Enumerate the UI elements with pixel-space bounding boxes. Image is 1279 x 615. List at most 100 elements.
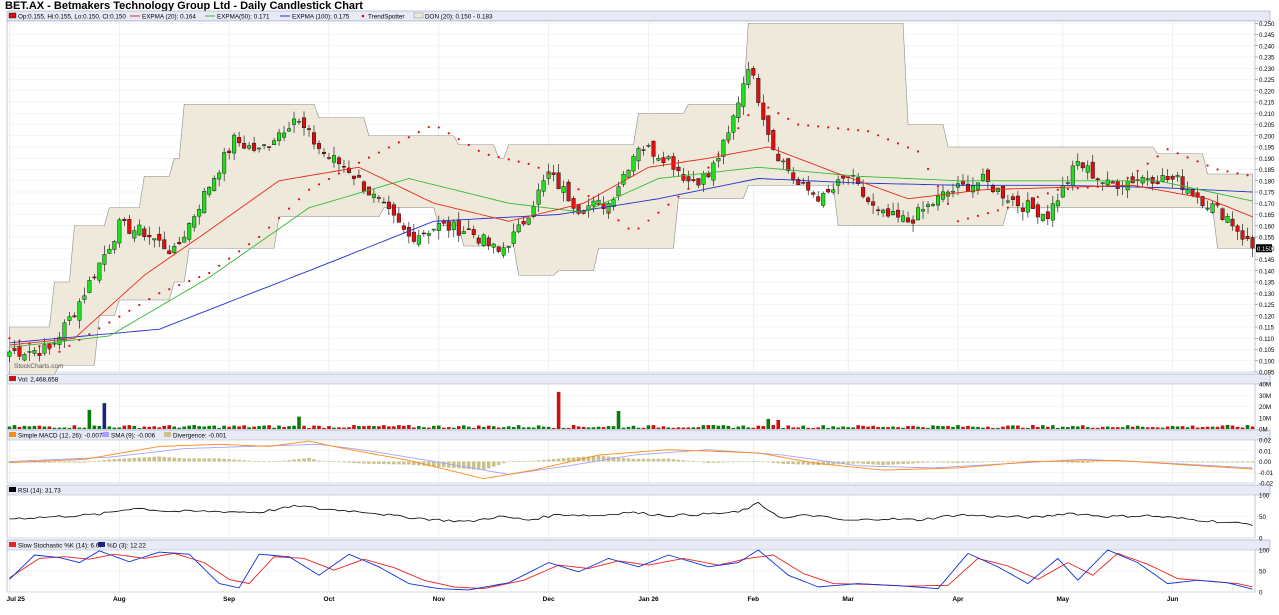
candle-up (262, 144, 267, 146)
trendspotter-dot (1076, 187, 1079, 190)
volume-bar (511, 427, 516, 429)
macd-histogram-bar (117, 458, 122, 462)
trendspotter-dot (228, 257, 231, 260)
candle-down (147, 234, 152, 238)
trendspotter-dot (397, 141, 400, 144)
candle-up (32, 350, 37, 354)
candle-up (526, 217, 531, 225)
volume-bar (252, 426, 256, 429)
volume-bar (397, 425, 401, 429)
volume-bar (317, 425, 321, 429)
volume-bar (1250, 426, 1255, 429)
macd-histogram-bar (112, 459, 117, 462)
candle-down (571, 198, 576, 209)
candle-down (321, 152, 326, 155)
volume-bar (1210, 426, 1215, 429)
candle-down (376, 197, 381, 199)
candle-down (227, 150, 232, 153)
trendspotter-dot (996, 209, 1000, 212)
macd-histogram-bar (282, 460, 286, 462)
candle-up (631, 156, 636, 172)
candle-up (217, 172, 222, 180)
volume-bar (32, 425, 37, 429)
macd-histogram-bar (966, 461, 970, 463)
trendspotter-dot (1136, 169, 1139, 172)
volume-y-tick-label: 40M (1259, 382, 1271, 389)
volume-bar (936, 425, 940, 429)
macd-histogram-bar (851, 461, 855, 464)
candle-up (591, 200, 596, 207)
trendspotter-dot (627, 227, 630, 230)
volume-bar (62, 427, 67, 429)
candle-down (1020, 207, 1025, 212)
volume-bar (656, 427, 661, 429)
volume-bar (641, 427, 646, 429)
macd-histogram-bar (641, 458, 646, 462)
macd-histogram-bar (911, 461, 915, 464)
macd-histogram-bar (1175, 461, 1180, 463)
candle-down (122, 218, 127, 221)
candle-down (12, 348, 17, 351)
candle-up (7, 351, 12, 357)
volume-bar (841, 426, 845, 429)
macd-histogram-bar (936, 461, 940, 463)
volume-bar (851, 427, 855, 429)
macd-histogram-bar (87, 461, 92, 463)
macd-histogram-bar (561, 458, 566, 462)
candle-up (277, 132, 282, 141)
trendspotter-dot (8, 337, 11, 340)
macd-y-tick-label: -0.01 (1259, 470, 1274, 477)
trendspotter-dot (707, 166, 710, 169)
volume-bar (427, 427, 431, 429)
macd-histogram-bar (1085, 461, 1090, 463)
volume-bar (461, 425, 466, 429)
macd-histogram-bar (407, 461, 411, 465)
price-y-tick-label: 0.115 (1259, 325, 1275, 332)
stoch-d-swatch (98, 542, 105, 547)
trendspotter-dot (507, 158, 510, 161)
volume-bar (377, 426, 381, 429)
macd-histogram-bar (72, 461, 77, 463)
trendspotter-dot (1246, 174, 1249, 177)
x-axis-label-4: Nov (433, 596, 446, 603)
trendspotter-dot (517, 160, 520, 163)
price-y-tick-label: 0.250 (1259, 21, 1275, 28)
macd-histogram-bar (861, 461, 865, 464)
macd-histogram-bar (57, 461, 62, 463)
volume-bar (981, 427, 985, 429)
volume-bar (996, 427, 1000, 429)
trendspotter-dot (138, 303, 141, 307)
volume-bar (392, 426, 396, 429)
candle-up (1085, 165, 1090, 173)
volume-bar (1145, 427, 1150, 429)
price-y-tick-label: 0.220 (1259, 88, 1275, 95)
volume-bar (606, 426, 611, 429)
macd-histogram-bar (162, 456, 167, 462)
trendspotter-dot (1116, 184, 1119, 187)
volume-bar (172, 426, 177, 429)
trendspotter-dot (1126, 176, 1129, 180)
candle-up (711, 162, 716, 181)
macd-histogram-bar (312, 459, 316, 462)
volume-bar (486, 425, 491, 429)
candle-up (287, 128, 292, 132)
macd-histogram-bar (357, 461, 361, 464)
macd-histogram-bar (611, 457, 616, 462)
macd-histogram-bar (1250, 461, 1255, 463)
macd-histogram-bar (556, 458, 561, 462)
candle-up (117, 219, 122, 244)
candle-up (936, 195, 941, 206)
candle-down (1090, 161, 1095, 179)
candle-down (691, 179, 696, 181)
legend-expma100: EXPMA (100): 0.175 (292, 14, 350, 21)
candle-up (97, 262, 102, 281)
candle-up (107, 248, 112, 254)
x-axis-label-2: Sep (223, 596, 235, 603)
trendspotter-dot (577, 188, 580, 191)
rsi-y-tick-label: 0 (1259, 536, 1263, 543)
macd-histogram-bar (1070, 461, 1075, 463)
macd-histogram-bar (322, 460, 326, 462)
volume-bar (941, 426, 945, 429)
macd-histogram-bar (771, 461, 776, 463)
volume-bar (227, 426, 231, 429)
